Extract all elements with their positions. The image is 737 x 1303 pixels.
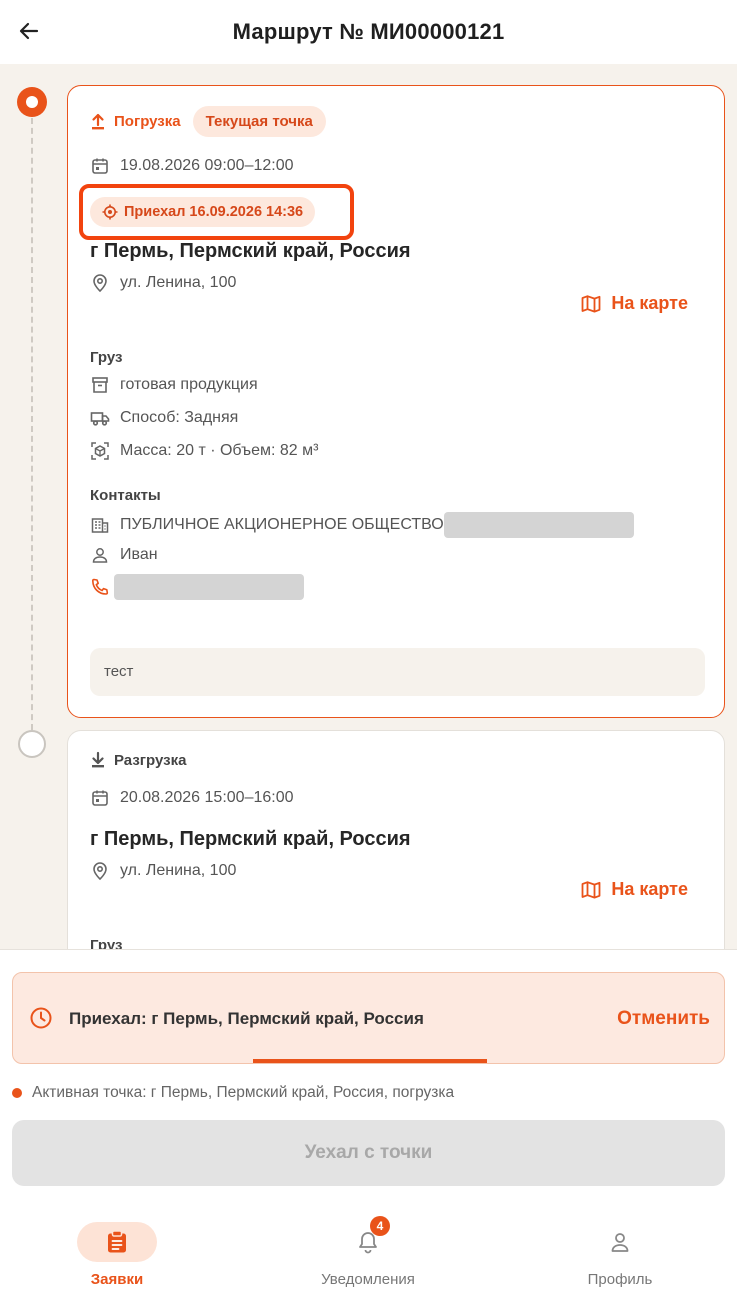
box-icon: [92, 377, 108, 393]
upload-icon: [92, 113, 104, 129]
nav-label: Заявки: [90, 1271, 144, 1288]
stop-type-label: Погрузка: [114, 113, 181, 130]
stop-card-unloading[interactable]: Разгрузка 20.08.2026 15:00–16:00 г Пермь…: [67, 730, 725, 949]
company-name: ПУБЛИЧНОЕ АКЦИОНЕРНОЕ ОБЩЕСТВО: [120, 516, 444, 533]
highlight-annotation-box: [79, 184, 354, 240]
open-map-link[interactable]: На карте: [581, 293, 688, 314]
cargo-section-title: Груз: [90, 349, 123, 366]
stop-city: г Пермь, Пермский край, Россия: [90, 828, 411, 850]
calendar-icon: [92, 158, 108, 174]
active-point-row: Активная точка: г Пермь, Пермский край, …: [12, 1084, 454, 1102]
redacted-company-detail: [443, 512, 634, 538]
contacts-section-title: Контакты: [90, 487, 161, 504]
map-link-label: На карте: [611, 879, 688, 899]
clock-icon: [30, 1007, 52, 1029]
stop-address: ул. Ленина, 100: [120, 274, 237, 291]
current-point-badge: Текущая точка: [192, 106, 326, 137]
cargo-name: готовая продукция: [120, 376, 258, 393]
cancel-arrival-button[interactable]: Отменить: [617, 1008, 710, 1030]
stop-city: г Пермь, Пермский край, Россия: [90, 240, 411, 262]
map-icon: [581, 294, 601, 312]
cargo-method-row: Способ: Задняя: [90, 408, 238, 428]
timeline-active-dot: [17, 87, 47, 117]
download-icon: [92, 751, 104, 768]
cargo-method: Способ: Задняя: [120, 409, 239, 426]
undo-timer-progress: [253, 1059, 487, 1063]
cargo-section-title: Груз: [90, 937, 123, 949]
cargo-name-row: готовая продукция: [90, 375, 258, 395]
stop-date-row: 19.08.2026 09:00–12:00: [90, 156, 294, 176]
stop-type-label: Разгрузка: [114, 751, 187, 769]
nav-item-profile[interactable]: Профиль: [540, 1222, 700, 1288]
notification-count-badge: 4: [370, 1216, 390, 1236]
route-stops-list[interactable]: Погрузка Текущая точка 19.08.2026 09:00–…: [0, 64, 737, 949]
stop-address: ул. Ленина, 100: [120, 862, 237, 879]
building-icon: [91, 518, 109, 533]
stop-card-loading[interactable]: Погрузка Текущая точка 19.08.2026 09:00–…: [67, 85, 725, 718]
stop-date: 20.08.2026 15:00–16:00: [120, 789, 294, 806]
map-link-label: На карте: [611, 293, 688, 313]
truck-icon: [90, 412, 110, 426]
person-icon: [611, 1233, 629, 1252]
leave-point-button[interactable]: Уехал с точки: [12, 1120, 725, 1186]
contact-person: Иван: [120, 546, 158, 563]
map-pin-icon: [93, 862, 107, 881]
nav-item-notifications[interactable]: 4 Уведомления: [288, 1216, 448, 1288]
open-map-link[interactable]: На карте: [581, 879, 688, 900]
page-title: Маршрут № МИ00000121: [232, 19, 505, 44]
arrival-status-text: Приехал: г Пермь, Пермский край, Россия: [69, 1009, 424, 1028]
volume-cube-icon: [91, 442, 109, 460]
contact-person-row: Иван: [90, 545, 158, 565]
active-point-text: Активная точка: г Пермь, Пермский край, …: [32, 1084, 455, 1101]
bottom-navigation: Заявки 4 Уведомления Профиль: [0, 1208, 737, 1303]
contact-phone-row[interactable]: [90, 574, 304, 600]
person-icon: [92, 548, 108, 563]
redacted-phone: [114, 574, 304, 600]
clipboard-icon: [108, 1230, 126, 1253]
cargo-mass-row: Масса: 20 т · Объем: 82 м³: [90, 441, 318, 461]
company-row: ПУБЛИЧНОЕ АКЦИОНЕРНОЕ ОБЩЕСТВО: [90, 512, 634, 538]
top-app-bar: Маршрут № МИ00000121: [0, 0, 737, 64]
nav-label: Уведомления: [321, 1271, 415, 1288]
stop-type-row: Погрузка Текущая точка: [90, 106, 326, 137]
arrival-status-banner: Приехал: г Пермь, Пермский край, Россия …: [12, 972, 725, 1064]
map-icon: [581, 880, 601, 898]
timeline-dot: [18, 730, 46, 758]
map-pin-icon: [93, 274, 107, 293]
active-indicator-dot: [12, 1088, 22, 1098]
stop-address-row: ул. Ленина, 100: [90, 273, 236, 293]
stop-date-row: 20.08.2026 15:00–16:00: [90, 788, 294, 808]
nav-item-requests[interactable]: Заявки: [37, 1222, 197, 1288]
timeline-line: [31, 118, 33, 730]
stop-date: 19.08.2026 09:00–12:00: [120, 157, 294, 174]
stop-address-row: ул. Ленина, 100: [90, 861, 236, 881]
nav-label: Профиль: [587, 1271, 653, 1288]
stop-type-row: Разгрузка: [90, 751, 186, 769]
calendar-icon: [92, 790, 108, 806]
bottom-panel: Приехал: г Пермь, Пермский край, Россия …: [0, 949, 737, 1303]
stop-comment: тест: [90, 648, 705, 696]
cargo-mass: Масса: 20 т · Объем: 82 м³: [120, 442, 319, 459]
phone-icon: [92, 578, 109, 595]
